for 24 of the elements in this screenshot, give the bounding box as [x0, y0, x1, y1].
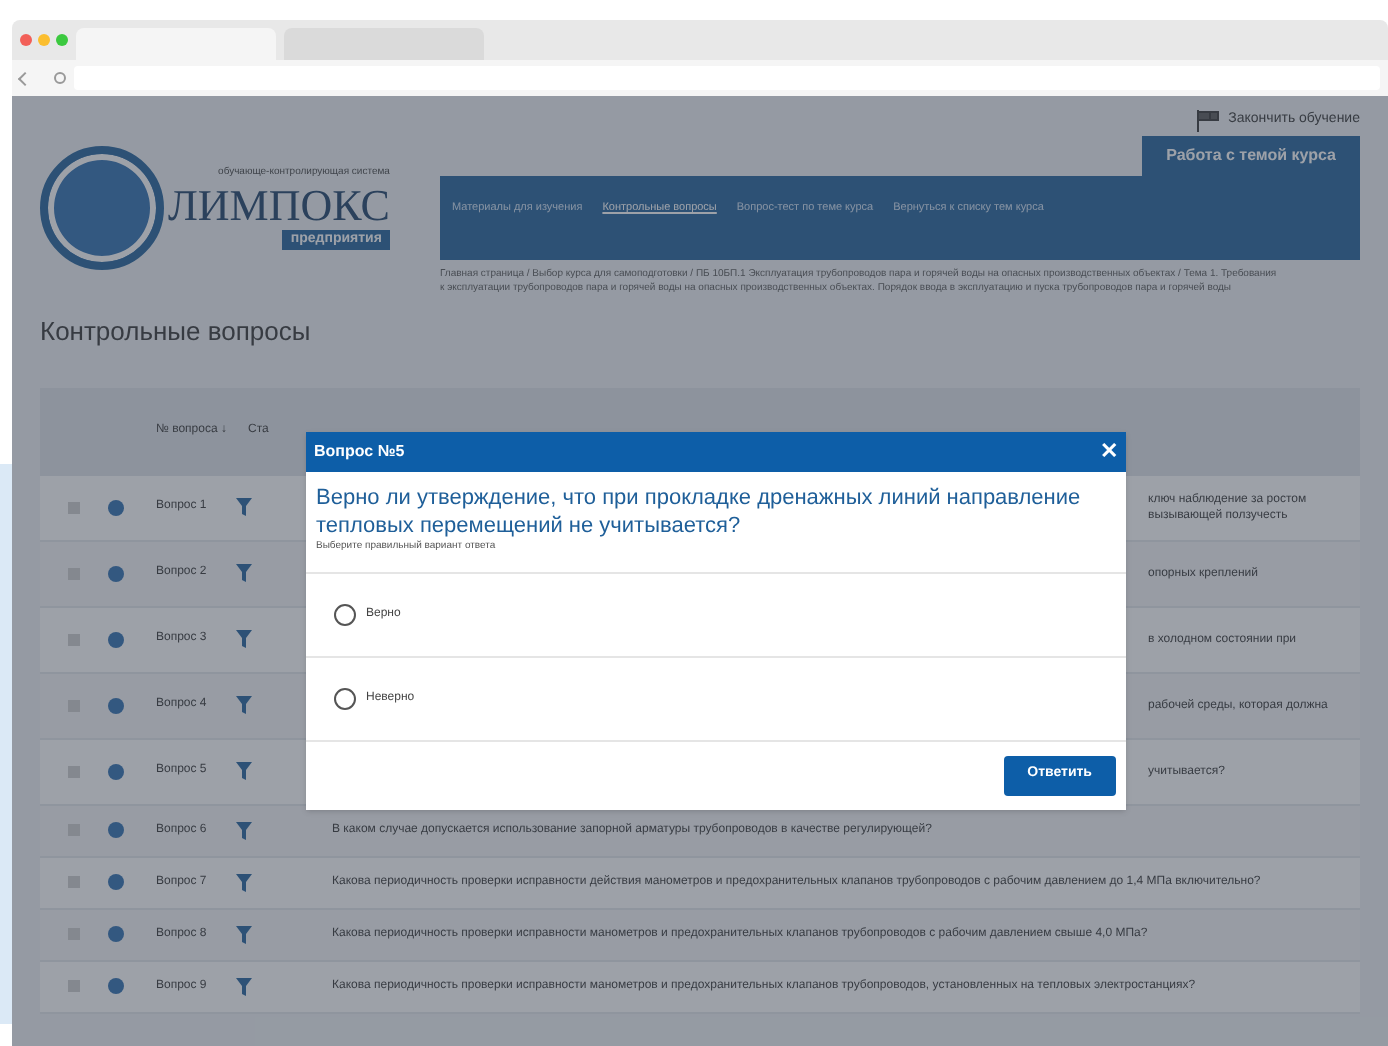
flags-icon — [1196, 109, 1221, 131]
row-checkbox[interactable] — [68, 633, 80, 645]
filter-icon[interactable] — [236, 564, 252, 582]
logo-name: ЛИМПОКС — [168, 181, 390, 229]
row-checkbox[interactable] — [68, 980, 80, 992]
filter-icon[interactable] — [236, 821, 252, 839]
filter-icon[interactable] — [236, 762, 252, 780]
filter-icon[interactable] — [236, 696, 252, 714]
filter-icon[interactable] — [236, 977, 252, 995]
filter-icon[interactable] — [236, 873, 252, 891]
dialog-question: Верно ли утверждение, что при прокладке дренажных линий направление тепловых перемещений не учитывается? — [314, 484, 1083, 540]
row-checkbox[interactable] — [68, 876, 80, 888]
filter-icon[interactable] — [236, 630, 252, 648]
row-checkbox[interactable] — [68, 765, 80, 777]
reload-icon[interactable] — [54, 72, 66, 84]
page-title: Контрольные вопросы — [40, 314, 313, 350]
dialog-title: Вопрос №5 — [314, 440, 405, 464]
radio-button[interactable] — [334, 687, 356, 709]
filter-icon[interactable] — [236, 925, 252, 943]
close-button[interactable]: ✕ — [1100, 441, 1118, 463]
radio-button[interactable] — [334, 603, 356, 625]
filter-icon[interactable] — [236, 498, 252, 516]
section-tab[interactable]: Работа с темой курса — [1142, 136, 1360, 176]
row-checkbox[interactable] — [68, 501, 80, 513]
